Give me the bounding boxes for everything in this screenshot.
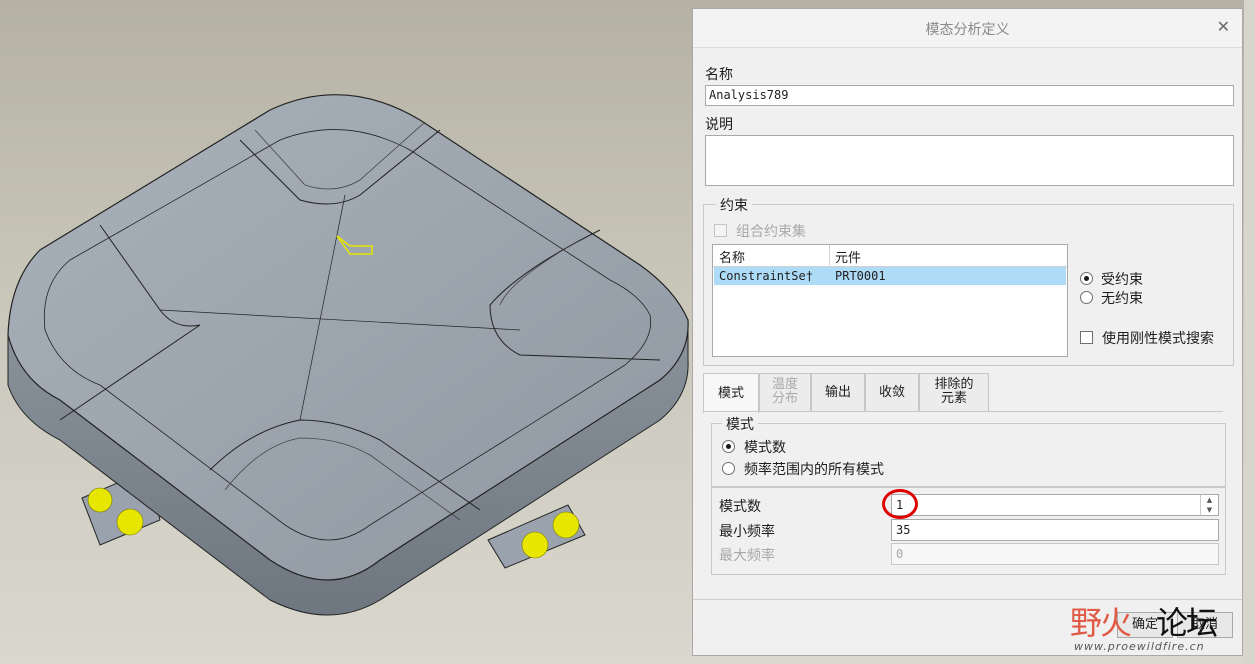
min-frequency-label: 最小频率 xyxy=(719,524,775,540)
description-label: 说明 xyxy=(705,117,733,133)
table-header-component: 元件 xyxy=(835,251,862,266)
modes-legend: 模式 xyxy=(722,414,758,434)
max-frequency-input[interactable]: 0 xyxy=(891,543,1219,565)
modal-analysis-dialog: 模态分析定义 ✕ 名称 Analysis789 说明 约束 组合约束集 名称 元… xyxy=(692,8,1243,656)
frequency-range-option-label: 频率范围内的所有模式 xyxy=(744,462,884,478)
model-viewport[interactable] xyxy=(0,0,692,664)
mode-count-input[interactable]: 1 ▲ ▼ xyxy=(891,494,1219,516)
dialog-title: 模态分析定义 xyxy=(925,22,1010,38)
forum-watermark: 野火 论坛 www.proewildfire.cn xyxy=(1070,598,1242,658)
tab-modes[interactable]: 模式 xyxy=(703,373,759,413)
table-header-name: 名称 xyxy=(719,251,746,266)
unconstrained-radio[interactable] xyxy=(1080,291,1093,304)
name-label: 名称 xyxy=(705,67,733,83)
tab-output[interactable]: 输出 xyxy=(811,373,865,411)
frequency-range-radio[interactable] xyxy=(722,462,735,475)
part-model[interactable] xyxy=(0,0,692,664)
stepper-down-icon[interactable]: ▼ xyxy=(1201,505,1218,515)
annotation-circle xyxy=(882,489,918,519)
watermark-right-text: 论坛 xyxy=(1156,604,1218,642)
unconstrained-label: 无约束 xyxy=(1101,291,1143,307)
table-row[interactable]: ConstraintSe† PRT0001 xyxy=(714,267,1066,285)
row-component: PRT0001 xyxy=(835,269,886,283)
mode-count-option-label: 模式数 xyxy=(744,440,786,456)
watermark-left-text: 野火 xyxy=(1070,604,1132,642)
watermark-url: www.proewildfire.cn xyxy=(1074,640,1205,653)
constraints-legend: 约束 xyxy=(716,195,752,215)
min-frequency-input[interactable]: 35 xyxy=(891,519,1219,541)
tab-temperature-distribution[interactable]: 温度 分布 xyxy=(759,373,811,411)
max-frequency-label: 最大频率 xyxy=(719,548,775,564)
combine-constraints-checkbox[interactable] xyxy=(714,224,727,237)
description-input[interactable] xyxy=(705,135,1234,186)
rigid-mode-search-checkbox[interactable] xyxy=(1080,331,1093,344)
mode-count-label: 模式数 xyxy=(719,499,761,515)
name-input[interactable]: Analysis789 xyxy=(705,85,1234,106)
constraints-group: 约束 组合约束集 名称 元件 ConstraintSe† PRT0001 受约束… xyxy=(703,195,1234,366)
stepper-up-icon[interactable]: ▲ xyxy=(1201,495,1218,505)
row-constraint-name: ConstraintSe† xyxy=(719,269,813,283)
combine-constraints-label: 组合约束集 xyxy=(736,224,806,240)
constrained-radio[interactable] xyxy=(1080,272,1093,285)
tab-panel-border xyxy=(703,411,1223,412)
tab-excluded-elements[interactable]: 排除的 元素 xyxy=(919,373,989,411)
tab-convergence[interactable]: 收敛 xyxy=(865,373,919,411)
viewport-edge xyxy=(1244,0,1255,664)
mode-count-radio[interactable] xyxy=(722,440,735,453)
modes-group: 模式 模式数 频率范围内的所有模式 xyxy=(711,414,1226,487)
rigid-mode-search-label: 使用刚性模式搜索 xyxy=(1102,331,1214,347)
constraint-table[interactable]: 名称 元件 ConstraintSe† PRT0001 xyxy=(712,244,1068,357)
constrained-label: 受约束 xyxy=(1101,272,1143,288)
close-icon[interactable]: ✕ xyxy=(1217,17,1230,36)
mode-count-stepper[interactable]: ▲ ▼ xyxy=(1200,495,1218,515)
dialog-titlebar: 模态分析定义 ✕ xyxy=(693,9,1242,48)
